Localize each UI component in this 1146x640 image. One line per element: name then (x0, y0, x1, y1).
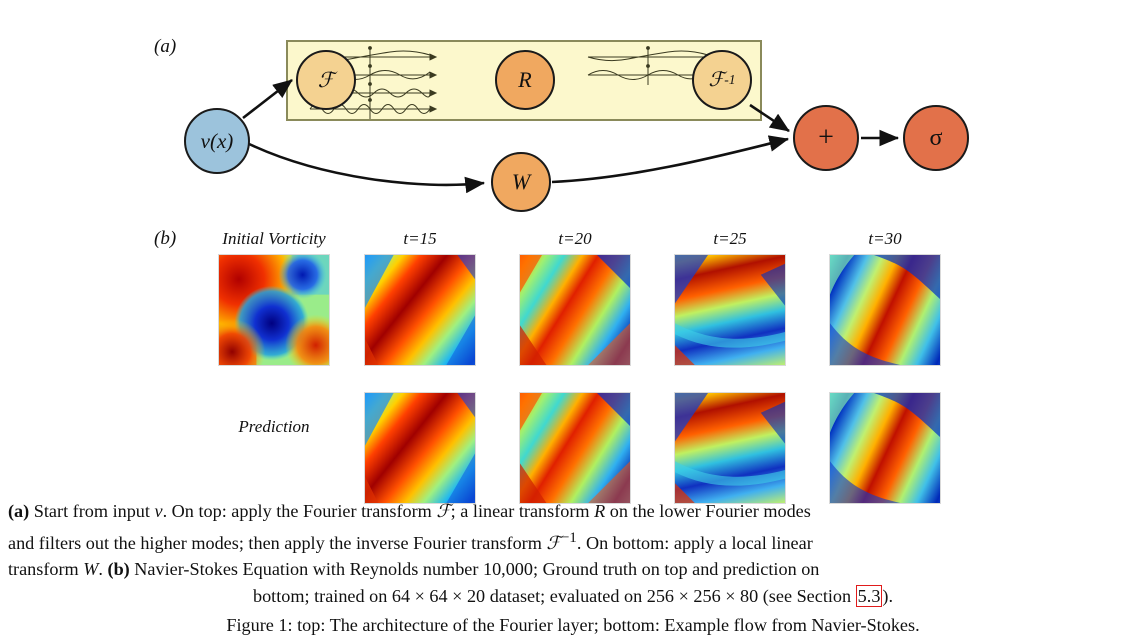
caption-line1-text-d: on the lower Fourier modes (605, 501, 811, 521)
flow-tile-prediction-t20 (519, 392, 631, 504)
flow-tile-prediction-t30 (829, 392, 941, 504)
node-input-label: v(x) (200, 128, 234, 153)
flow-tile-truth-t15 (364, 254, 476, 366)
caption-line3-text-b: . (98, 559, 108, 580)
flow-tile-prediction-t25 (674, 392, 786, 504)
node-local-linear-w: W (491, 152, 551, 212)
flow-tile-prediction-t15 (364, 392, 476, 504)
node-inverse-fourier-transform: ℱ -1 (692, 50, 752, 110)
node-inverse-fourier-transform-label: ℱ (708, 69, 725, 91)
caption-symbol-fourier: ℱ (436, 501, 451, 521)
node-linear-transform-r: R (495, 50, 555, 110)
node-input: v(x) (184, 108, 250, 174)
node-fourier-transform-label: ℱ (317, 67, 335, 92)
node-inverse-exponent: -1 (724, 72, 736, 88)
caption-symbol-fourier-inverse-exponent: −1 (560, 528, 577, 546)
flow-tile-truth-t25 (674, 254, 786, 366)
node-local-linear-w-label: W (511, 169, 531, 194)
caption-line2-text-b: . On bottom: apply a local linear (576, 532, 813, 553)
row-title-prediction: Prediction (238, 417, 310, 436)
caption-a-marker: (a) (8, 501, 30, 521)
caption-symbol-r: R (594, 501, 606, 521)
caption-line3-text-a: transform (8, 559, 84, 580)
node-linear-transform-r-label: R (518, 67, 532, 92)
column-title-initial-vorticity: Initial Vorticity (222, 229, 326, 248)
caption-symbol-v: v (154, 501, 163, 521)
caption-line1-text-c: ; a linear transform (450, 501, 595, 521)
caption-line3-text-c: Navier-Stokes Equation with Reynolds num… (129, 559, 820, 580)
node-activation-sigma-label: σ (929, 125, 943, 151)
caption-line4-text-a: bottom; trained on 64 × 64 × 20 dataset;… (252, 585, 856, 606)
caption-line4-text-b: ). (882, 585, 894, 606)
flow-visualization-grid: (b) Initial Vorticity t=15 t=20 t=25 t=3… (0, 215, 1146, 504)
section-reference-link[interactable]: 5.3 (855, 584, 883, 607)
flow-tile-truth-t20 (519, 254, 631, 366)
caption-line2-text-a: and filters out the higher modes; then a… (8, 532, 547, 553)
figure-number-line-clipped: Figure 1: top: The architecture of the F… (8, 612, 1138, 640)
caption-symbol-w: W (83, 559, 99, 580)
caption-symbol-fourier-inverse: ℱ (546, 532, 561, 553)
column-title-t20: t=20 (558, 229, 592, 248)
caption-b-marker: (b) (107, 559, 130, 580)
caption-line1-text-b: . On top: apply the Fourier transform (162, 501, 437, 521)
column-title-t15: t=15 (403, 229, 437, 248)
column-title-t30: t=30 (868, 229, 902, 248)
figure-number-text: Figure 1: top: The architecture of the F… (226, 615, 920, 635)
flow-tile-initial-vorticity (218, 254, 330, 366)
node-add-label: + (818, 122, 834, 153)
panel-b-label: (b) (154, 228, 177, 249)
caption-line1-text-a: Start from input (29, 501, 155, 521)
architecture-diagram: (a) v(x) ℱ R ℱ -1 W + σ (0, 0, 1146, 215)
node-fourier-transform: ℱ (296, 50, 356, 110)
column-title-t25: t=25 (713, 229, 747, 248)
caption-line-1: (a) Start from input v. On top: apply th… (8, 498, 1138, 525)
caption-line-3: transform W. (b) Navier-Stokes Equation … (8, 556, 1138, 583)
figure-caption: (a) Start from input v. On top: apply th… (8, 498, 1138, 609)
flow-tile-truth-t30 (829, 254, 941, 366)
node-add: + (793, 105, 859, 171)
caption-line-2: and filters out the higher modes; then a… (8, 525, 1138, 557)
caption-line-4: bottom; trained on 64 × 64 × 20 dataset;… (8, 583, 1138, 610)
node-activation-sigma: σ (903, 105, 969, 171)
